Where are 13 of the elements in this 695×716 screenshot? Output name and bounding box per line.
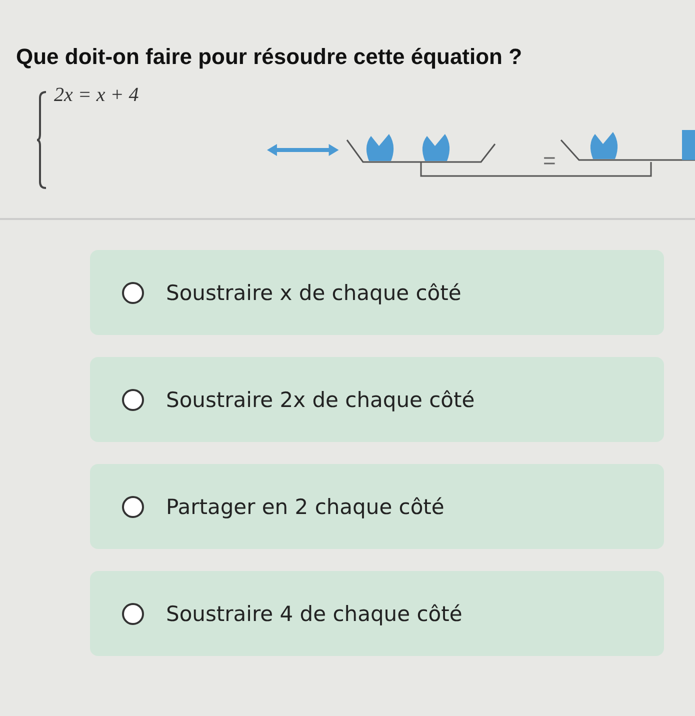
radio-button[interactable] xyxy=(122,602,144,624)
radio-button[interactable] xyxy=(122,496,144,518)
answer-option[interactable]: Partager en 2 chaque côté xyxy=(90,464,664,549)
radio-button[interactable] xyxy=(122,388,144,410)
question-text: Que doit-on faire pour résoudre cette équation ? xyxy=(15,44,524,70)
answer-option[interactable]: Soustraire x de chaque côté xyxy=(90,250,664,335)
equation-text: 2x = x + 4 xyxy=(54,84,139,107)
radio-button[interactable] xyxy=(122,282,144,304)
equals-sign: = xyxy=(543,148,556,174)
answer-option[interactable]: Soustraire 4 de chaque côté xyxy=(90,571,664,656)
answer-option[interactable]: Soustraire 2x de chaque côté xyxy=(90,357,664,442)
brace-icon xyxy=(36,90,48,190)
double-arrow-icon xyxy=(265,143,341,157)
